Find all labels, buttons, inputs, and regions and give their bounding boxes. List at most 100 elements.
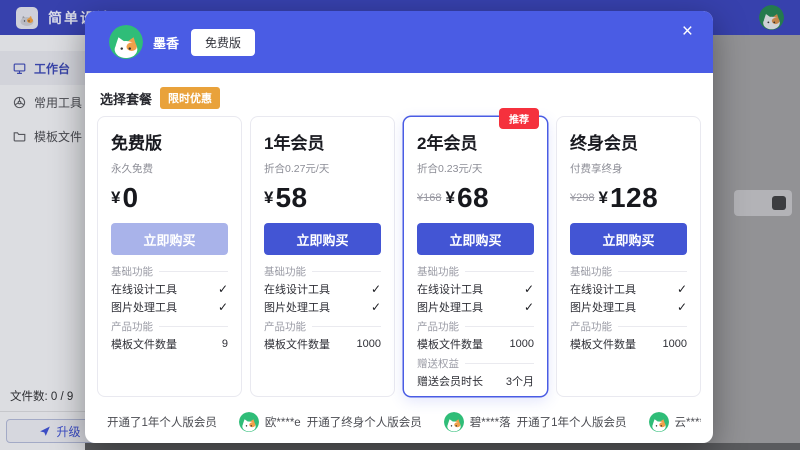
feature-row: 在线设计工具 ✓: [417, 281, 534, 296]
plan-price: ¥168 ¥ 68: [417, 181, 534, 215]
plan-features: 基础功能 在线设计工具 ✓ 图片处理工具 ✓ 产品功能 模板文件数量 1000 …: [417, 265, 534, 388]
currency-symbol: ¥: [111, 188, 120, 208]
plan-cards: 免费版 永久免费 ¥ 0 立即购买 基础功能 在线设计工具 ✓ 图片处理工具: [97, 116, 701, 397]
close-icon[interactable]: ×: [676, 21, 699, 42]
original-price: ¥298: [570, 192, 594, 204]
feature-row: 模板文件数量 1000: [417, 336, 534, 351]
original-price: ¥168: [417, 192, 441, 204]
ticker-item: 碧****落 开通了1年个人版会员: [444, 412, 627, 432]
rocket-icon: [39, 425, 51, 437]
check-icon: ✓: [218, 300, 228, 314]
cat-avatar-icon: [649, 412, 669, 432]
plan-picker-header: 选择套餐 限时优惠: [100, 88, 701, 108]
feature-section-title: 赠送权益: [417, 357, 534, 370]
check-icon: ✓: [524, 300, 534, 314]
modal-header: 墨香 免费版 ×: [85, 11, 713, 73]
purchase-ticker: 开通了1年个人版会员 欧****e 开通了终身个人版会员 碧****落 开通了1…: [97, 412, 701, 432]
cat-avatar-icon: [444, 412, 464, 432]
buy-button[interactable]: 立即购买: [570, 223, 687, 255]
check-icon: ✓: [371, 282, 381, 296]
price-amount: 68: [457, 182, 489, 214]
plan-name: 终身会员: [570, 133, 687, 155]
file-count-label: 文件数: 0 / 9: [10, 388, 73, 404]
buy-button[interactable]: 立即购买: [111, 223, 228, 255]
feature-row: 在线设计工具 ✓: [264, 281, 381, 296]
plan-price: ¥ 0: [111, 181, 228, 215]
topbar-user-avatar[interactable]: [759, 5, 784, 30]
sidebar-item-label: 工作台: [34, 60, 70, 77]
folder-icon: [13, 130, 26, 143]
pricing-modal: 墨香 免费版 × 选择套餐 限时优惠 免费版 永久免费 ¥ 0 立即购买 基础功…: [85, 11, 713, 443]
feature-row: 图片处理工具 ✓: [264, 299, 381, 314]
plan-name: 1年会员: [264, 133, 381, 155]
feature-section-title: 产品功能: [417, 320, 534, 333]
plan-features: 基础功能 在线设计工具 ✓ 图片处理工具 ✓ 产品功能 模板文件数量 9: [111, 265, 228, 351]
feature-row: 在线设计工具 ✓: [570, 281, 687, 296]
tools-icon: [13, 96, 26, 109]
plan-picker-title[interactable]: 选择套餐: [100, 89, 152, 108]
current-plan-badge: 免费版: [191, 29, 255, 56]
cat-avatar-icon: [759, 5, 784, 30]
feature-row: 赠送会员时长 3个月: [417, 373, 534, 388]
plan-subtitle: 折合0.23元/天: [417, 163, 534, 176]
currency-symbol: ¥: [598, 188, 607, 208]
check-icon: ✓: [218, 282, 228, 296]
plan-subtitle: 永久免费: [111, 163, 228, 176]
plan-card-2year[interactable]: 推荐 2年会员 折合0.23元/天 ¥168 ¥ 68 立即购买 基础功能 在线…: [403, 116, 548, 397]
feature-section-title: 基础功能: [111, 265, 228, 278]
plan-price: ¥ 58: [264, 181, 381, 215]
plan-card-free[interactable]: 免费版 永久免费 ¥ 0 立即购买 基础功能 在线设计工具 ✓ 图片处理工具: [97, 116, 242, 397]
feature-section-title: 产品功能: [570, 320, 687, 333]
feature-row: 图片处理工具 ✓: [417, 299, 534, 314]
username: 墨香: [153, 33, 179, 52]
recommended-badge: 推荐: [499, 108, 539, 129]
user-avatar: [109, 25, 143, 59]
cat-avatar-icon: [239, 412, 259, 432]
promo-badge: 限时优惠: [160, 87, 220, 109]
sidebar-item-label: 常用工具: [34, 94, 82, 111]
sidebar-item-templates[interactable]: 模板文件: [0, 119, 88, 153]
currency-symbol: ¥: [264, 188, 273, 208]
buy-button[interactable]: 立即购买: [264, 223, 381, 255]
check-icon: ✓: [677, 300, 687, 314]
feature-section-title: 基础功能: [570, 265, 687, 278]
plan-subtitle: 付费享终身: [570, 163, 687, 176]
buy-button[interactable]: 立即购买: [417, 223, 534, 255]
cat-avatar-icon: [109, 25, 143, 59]
sidebar-item-workbench[interactable]: 工作台: [0, 51, 88, 85]
feature-row: 在线设计工具 ✓: [111, 281, 228, 296]
feature-row: 图片处理工具 ✓: [111, 299, 228, 314]
check-icon: ✓: [371, 300, 381, 314]
check-icon: ✓: [677, 282, 687, 296]
price-amount: 128: [610, 182, 658, 214]
feature-row: 图片处理工具 ✓: [570, 299, 687, 314]
modal-body: 选择套餐 限时优惠 免费版 永久免费 ¥ 0 立即购买 基础功能 在线设计工具 …: [85, 88, 713, 432]
plan-name: 免费版: [111, 133, 228, 155]
feature-row: 模板文件数量 1000: [570, 336, 687, 351]
plan-card-1year[interactable]: 1年会员 折合0.27元/天 ¥ 58 立即购买 基础功能 在线设计工具 ✓ 图…: [250, 116, 395, 397]
price-amount: 58: [275, 182, 307, 214]
background-panel-icon: [772, 196, 786, 210]
ticker-item: 云****轻 开通: [649, 412, 701, 432]
monitor-icon: [13, 62, 26, 75]
plan-price: ¥298 ¥ 128: [570, 181, 687, 215]
plan-card-lifetime[interactable]: 终身会员 付费享终身 ¥298 ¥ 128 立即购买 基础功能 在线设计工具 ✓…: [556, 116, 701, 397]
plan-features: 基础功能 在线设计工具 ✓ 图片处理工具 ✓ 产品功能 模板文件数量 1000: [570, 265, 687, 351]
feature-section-title: 产品功能: [264, 320, 381, 333]
feature-section-title: 产品功能: [111, 320, 228, 333]
sidebar-divider: [0, 411, 88, 412]
sidebar-item-label: 模板文件: [34, 128, 82, 145]
sidebar-item-tools[interactable]: 常用工具: [0, 85, 88, 119]
feature-section-title: 基础功能: [264, 265, 381, 278]
cat-logo-icon: [18, 9, 36, 27]
plan-name: 2年会员: [417, 133, 534, 155]
currency-symbol: ¥: [445, 188, 454, 208]
plan-subtitle: 折合0.27元/天: [264, 163, 381, 176]
upgrade-button-label: 升级: [56, 423, 80, 440]
price-amount: 0: [122, 182, 138, 214]
background-panel: [734, 190, 792, 216]
check-icon: ✓: [524, 282, 534, 296]
feature-row: 模板文件数量 1000: [264, 336, 381, 351]
feature-row: 模板文件数量 9: [111, 336, 228, 351]
plan-features: 基础功能 在线设计工具 ✓ 图片处理工具 ✓ 产品功能 模板文件数量 1000: [264, 265, 381, 351]
